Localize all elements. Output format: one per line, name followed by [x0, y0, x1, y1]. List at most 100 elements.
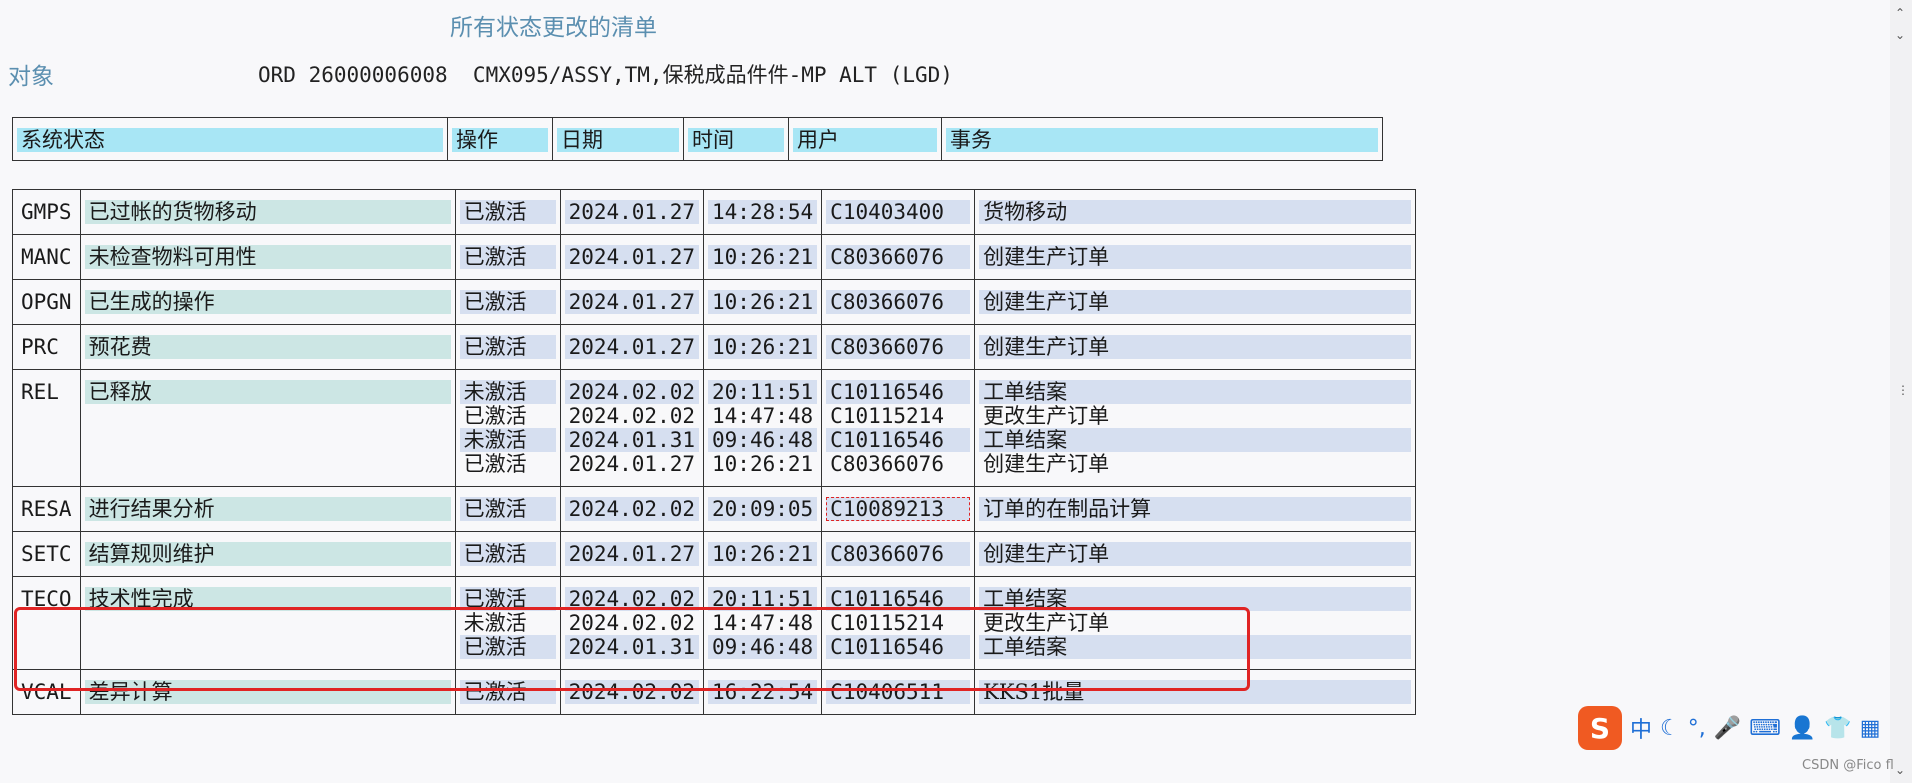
ime-logo-icon[interactable]: S: [1578, 706, 1622, 750]
header-txn[interactable]: 事务: [941, 117, 1383, 161]
status-desc[interactable]: 已释放: [84, 380, 451, 404]
op-value[interactable]: 已激活: [460, 452, 556, 476]
header-time[interactable]: 时间: [683, 117, 789, 161]
date-value[interactable]: 2024.01.27: [564, 290, 700, 314]
apps-icon[interactable]: ▦: [1860, 716, 1881, 741]
time-value[interactable]: 10:26:21: [708, 335, 818, 359]
user-value[interactable]: C10116546: [826, 428, 971, 452]
date-value[interactable]: 2024.01.27: [564, 542, 700, 566]
user-value[interactable]: C80366076: [826, 335, 971, 359]
op-value[interactable]: 已激活: [459, 335, 556, 359]
user-value[interactable]: C10406511: [826, 680, 971, 704]
op-value[interactable]: 已激活: [459, 245, 556, 269]
user-value[interactable]: C10116546: [826, 587, 971, 611]
time-value[interactable]: 09:46:48: [708, 428, 818, 452]
scroll-up-icon[interactable]: ⌃: [1895, 6, 1905, 20]
date-value[interactable]: 2024.01.27: [564, 245, 700, 269]
op-value[interactable]: 已激活: [459, 587, 556, 611]
date-value[interactable]: 2024.01.27: [565, 452, 699, 476]
status-desc[interactable]: 结算规则维护: [84, 542, 451, 566]
vertical-scrollbar[interactable]: ⌃ ⌄ ⋮ ⌄: [1890, 0, 1912, 783]
date-value[interactable]: 2024.01.31: [564, 635, 700, 659]
txn-value[interactable]: 创建生产订单: [979, 452, 1411, 476]
txn-value[interactable]: 工单结案: [979, 380, 1412, 404]
txn-value[interactable]: 工单结案: [979, 635, 1412, 659]
status-code[interactable]: SETC: [17, 542, 76, 566]
ime-toolbar[interactable]: S 中 ☾ °, 🎤 ⌨ 👤 👕 ▦: [1578, 705, 1900, 751]
op-value[interactable]: 已激活: [459, 497, 556, 521]
txn-value[interactable]: 创建生产订单: [979, 335, 1412, 359]
status-code[interactable]: REL: [17, 380, 76, 404]
op-value[interactable]: 已激活: [460, 404, 556, 428]
scroll-grip-icon[interactable]: ⋮: [1897, 383, 1909, 397]
keyboard-icon[interactable]: ⌨: [1749, 716, 1781, 741]
user-value[interactable]: C80366076: [826, 542, 971, 566]
status-desc[interactable]: 已生成的操作: [84, 290, 451, 314]
scroll-down-icon[interactable]: ⌄: [1895, 28, 1905, 42]
time-value[interactable]: 20:11:51: [708, 380, 818, 404]
time-value[interactable]: 20:09:05: [708, 497, 818, 521]
status-code[interactable]: PRC: [17, 335, 76, 359]
status-code[interactable]: GMPS: [17, 200, 76, 224]
txn-value[interactable]: 创建生产订单: [979, 542, 1412, 566]
header-op[interactable]: 操作: [447, 117, 553, 161]
txn-value[interactable]: 工单结案: [979, 587, 1412, 611]
date-value[interactable]: 2024.02.02: [565, 611, 699, 635]
user-value[interactable]: C10115214: [826, 611, 970, 635]
op-value[interactable]: 未激活: [459, 380, 556, 404]
time-value[interactable]: 10:26:21: [708, 452, 817, 476]
shirt-icon[interactable]: 👕: [1824, 716, 1851, 741]
txn-value[interactable]: 创建生产订单: [979, 245, 1412, 269]
time-value[interactable]: 14:47:48: [708, 611, 817, 635]
time-value[interactable]: 10:26:21: [708, 245, 818, 269]
date-value[interactable]: 2024.02.02: [565, 404, 699, 428]
moon-icon[interactable]: ☾: [1660, 716, 1680, 741]
date-value[interactable]: 2024.02.02: [564, 497, 700, 521]
txn-value[interactable]: 工单结案: [979, 428, 1412, 452]
ime-lang[interactable]: 中: [1630, 712, 1652, 744]
user-value[interactable]: C10116546: [826, 380, 971, 404]
header-date[interactable]: 日期: [552, 117, 684, 161]
time-value[interactable]: 16:22:54: [708, 680, 818, 704]
op-value[interactable]: 已激活: [459, 680, 556, 704]
date-value[interactable]: 2024.01.31: [564, 428, 700, 452]
time-value[interactable]: 09:46:48: [708, 635, 818, 659]
user-value[interactable]: C80366076: [826, 290, 971, 314]
header-status[interactable]: 系统状态: [12, 117, 448, 161]
scroll-bottom-icon[interactable]: ⌄: [1895, 763, 1905, 777]
time-value[interactable]: 20:11:51: [708, 587, 818, 611]
txn-value[interactable]: 订单的在制品计算: [979, 497, 1412, 521]
time-value[interactable]: 10:26:21: [708, 290, 818, 314]
op-value[interactable]: 已激活: [459, 542, 556, 566]
date-value[interactable]: 2024.01.27: [564, 335, 700, 359]
status-code[interactable]: VCAL: [17, 680, 76, 704]
status-desc[interactable]: 进行结果分析: [84, 497, 451, 521]
time-value[interactable]: 14:28:54: [708, 200, 818, 224]
user-value[interactable]: C10403400: [826, 200, 971, 224]
user-value[interactable]: C80366076: [826, 245, 971, 269]
op-value[interactable]: 已激活: [459, 635, 556, 659]
time-value[interactable]: 10:26:21: [708, 542, 818, 566]
txn-value[interactable]: 更改生产订单: [979, 611, 1411, 635]
punctuation-icon[interactable]: °,: [1688, 716, 1706, 741]
op-value[interactable]: 已激活: [459, 290, 556, 314]
date-value[interactable]: 2024.02.02: [564, 680, 700, 704]
mic-icon[interactable]: 🎤: [1714, 716, 1741, 741]
date-value[interactable]: 2024.02.02: [564, 380, 700, 404]
date-value[interactable]: 2024.01.27: [564, 200, 700, 224]
user-value[interactable]: C10089213: [826, 497, 971, 521]
op-value[interactable]: 已激活: [459, 200, 556, 224]
time-value[interactable]: 14:47:48: [708, 404, 817, 428]
status-desc[interactable]: 技术性完成: [84, 587, 451, 611]
status-code[interactable]: MANC: [17, 245, 76, 269]
status-desc[interactable]: 未检查物料可用性: [84, 245, 451, 269]
user-icon[interactable]: 👤: [1789, 716, 1816, 741]
txn-value[interactable]: KKS1批量: [979, 680, 1412, 704]
status-desc[interactable]: 差异计算: [84, 680, 451, 704]
op-value[interactable]: 未激活: [459, 428, 556, 452]
user-value[interactable]: C80366076: [826, 452, 970, 476]
status-desc[interactable]: 预花费: [84, 335, 451, 359]
status-code[interactable]: OPGN: [17, 290, 76, 314]
op-value[interactable]: 未激活: [460, 611, 556, 635]
txn-value[interactable]: 货物移动: [979, 200, 1412, 224]
